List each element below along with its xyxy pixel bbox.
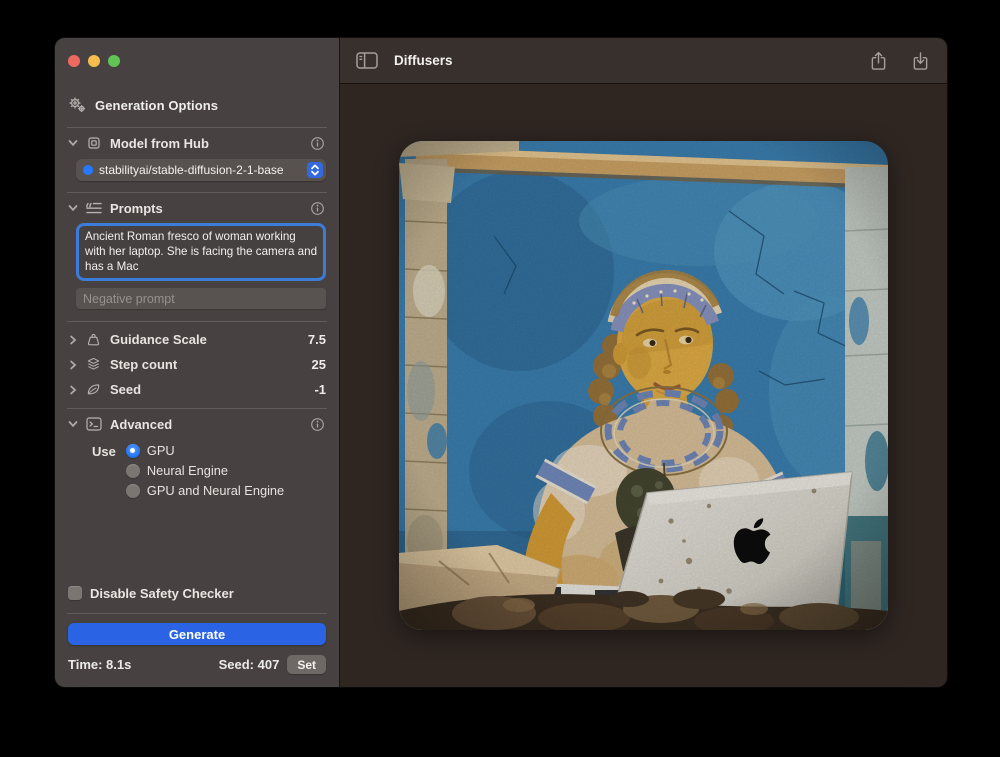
radio-selected-icon[interactable] [126, 444, 140, 458]
chevron-down-icon[interactable] [68, 138, 78, 148]
seed-value: -1 [314, 382, 326, 397]
set-seed-button[interactable]: Set [287, 655, 326, 674]
disable-safety-checker-label: Disable Safety Checker [90, 586, 234, 601]
model-from-hub-label: Model from Hub [110, 136, 302, 151]
radio-unselected-icon[interactable] [126, 464, 140, 478]
info-icon[interactable] [310, 417, 326, 432]
chevron-right-icon[interactable] [68, 385, 78, 395]
zoom-button[interactable] [108, 55, 120, 67]
radio-gpu-and-neural-engine-label: GPU and Neural Engine [147, 483, 284, 498]
divider [67, 321, 327, 322]
model-select-value: stabilityai/stable-diffusion-2-1-base [99, 163, 301, 177]
generate-button[interactable]: Generate [68, 623, 326, 645]
save-image-icon[interactable] [912, 51, 929, 71]
image-canvas-area [340, 84, 947, 687]
disable-safety-checker-row[interactable]: Disable Safety Checker [68, 582, 326, 604]
divider [67, 613, 327, 614]
guidance-scale-label: Guidance Scale [110, 332, 300, 347]
info-icon[interactable] [310, 201, 326, 216]
minimize-button[interactable] [88, 55, 100, 67]
seed-label: Seed [110, 382, 306, 397]
scale-weight-icon [86, 332, 102, 347]
radio-neural-engine-label: Neural Engine [147, 463, 228, 478]
info-icon[interactable] [310, 136, 326, 151]
cpu-icon [86, 135, 102, 151]
radio-neural-engine[interactable]: Neural Engine [126, 463, 284, 478]
model-select-dropdown[interactable]: stabilityai/stable-diffusion-2-1-base [76, 159, 326, 181]
text-quote-icon [86, 201, 102, 215]
sidebar: Generation Options Model from Hub [55, 38, 340, 687]
updown-chevrons-icon[interactable] [307, 162, 323, 178]
chevron-down-icon[interactable] [68, 203, 78, 213]
main-panel: Diffusers [340, 38, 947, 687]
share-icon[interactable] [870, 51, 887, 71]
gears-icon [68, 97, 86, 113]
prompt-input[interactable]: Ancient Roman fresco of woman working wi… [85, 229, 317, 275]
generation-options-title: Generation Options [95, 98, 218, 113]
chevron-right-icon[interactable] [68, 335, 78, 345]
layers-stack-icon [86, 357, 102, 372]
radio-gpu[interactable]: GPU [126, 443, 284, 458]
sidebar-toggle-icon[interactable] [356, 52, 378, 69]
negative-prompt-input[interactable] [76, 288, 326, 309]
chevron-right-icon[interactable] [68, 360, 78, 370]
prompts-row[interactable]: Prompts [68, 193, 326, 223]
radio-gpu-label: GPU [147, 443, 175, 458]
prompt-input-wrapper: Ancient Roman fresco of woman working wi… [76, 223, 326, 281]
radio-unselected-icon[interactable] [126, 484, 140, 498]
guidance-scale-value: 7.5 [308, 332, 326, 347]
model-from-hub-row[interactable]: Model from Hub [68, 128, 326, 158]
use-label: Use [92, 443, 116, 498]
leaf-icon [86, 382, 102, 397]
advanced-label: Advanced [110, 417, 302, 432]
status-bar: Time: 8.1s Seed: 407 Set [68, 655, 326, 674]
titlebar: Diffusers [340, 38, 947, 84]
radio-gpu-and-neural-engine[interactable]: GPU and Neural Engine [126, 483, 284, 498]
time-status: Time: 8.1s [68, 657, 219, 672]
generation-options-header: Generation Options [68, 97, 326, 113]
checkbox-unchecked-icon[interactable] [68, 586, 82, 600]
guidance-scale-row[interactable]: Guidance Scale 7.5 [68, 327, 326, 352]
step-count-value: 25 [312, 357, 326, 372]
seed-status: Seed: 407 [219, 657, 280, 672]
step-count-label: Step count [110, 357, 304, 372]
generated-image [399, 141, 888, 630]
window-title: Diffusers [394, 53, 453, 68]
window-controls [68, 38, 326, 67]
terminal-icon [86, 417, 102, 431]
seed-row[interactable]: Seed -1 [68, 377, 326, 402]
model-status-dot [83, 165, 93, 175]
close-button[interactable] [68, 55, 80, 67]
compute-units-group: Use GPU Neural Engine GPU and Neural Eng… [92, 443, 326, 498]
advanced-row[interactable]: Advanced [68, 409, 326, 439]
step-count-row[interactable]: Step count 25 [68, 352, 326, 377]
chevron-down-icon[interactable] [68, 419, 78, 429]
prompts-label: Prompts [110, 201, 302, 216]
diffusers-window: Generation Options Model from Hub [55, 38, 947, 687]
desktop: Generation Options Model from Hub [0, 0, 1000, 757]
